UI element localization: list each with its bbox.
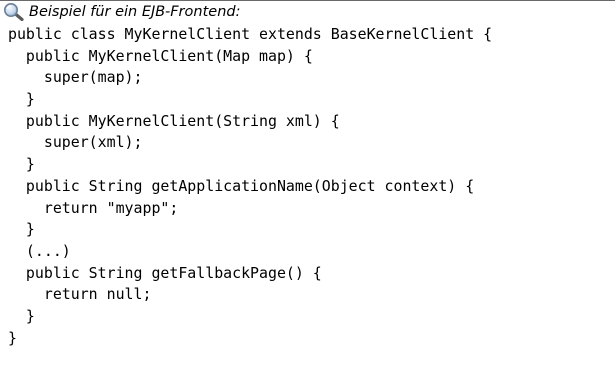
code-line: } [8, 90, 35, 109]
code-line: public class MyKernelClient extends Base… [8, 25, 493, 43]
code-line: } [8, 220, 35, 239]
code-line: public MyKernelClient(Map map) { [8, 46, 313, 65]
code-line: public String getApplicationName(Object … [8, 176, 475, 195]
code-line: (...) [8, 241, 71, 260]
code-line: public String getFallbackPage() { [8, 263, 322, 282]
code-line: public MyKernelClient(String xml) { [8, 111, 340, 130]
code-listing: public class MyKernelClient extends Base… [8, 24, 492, 349]
magnifier-icon [3, 3, 25, 22]
caption-title: Beispiel für ein EJB-Frontend: [29, 4, 241, 20]
code-line: super(xml); [8, 133, 143, 152]
example-caption: Beispiel für ein EJB-Frontend: [0, 0, 615, 24]
code-line: return "myapp"; [8, 198, 179, 217]
code-line: } [8, 328, 17, 347]
code-line: super(map); [8, 68, 143, 87]
code-line: return null; [8, 285, 152, 304]
code-example-block: Beispiel für ein EJB-Frontend: public cl… [0, 0, 615, 392]
code-line: } [8, 306, 35, 325]
code-line: } [8, 155, 35, 174]
